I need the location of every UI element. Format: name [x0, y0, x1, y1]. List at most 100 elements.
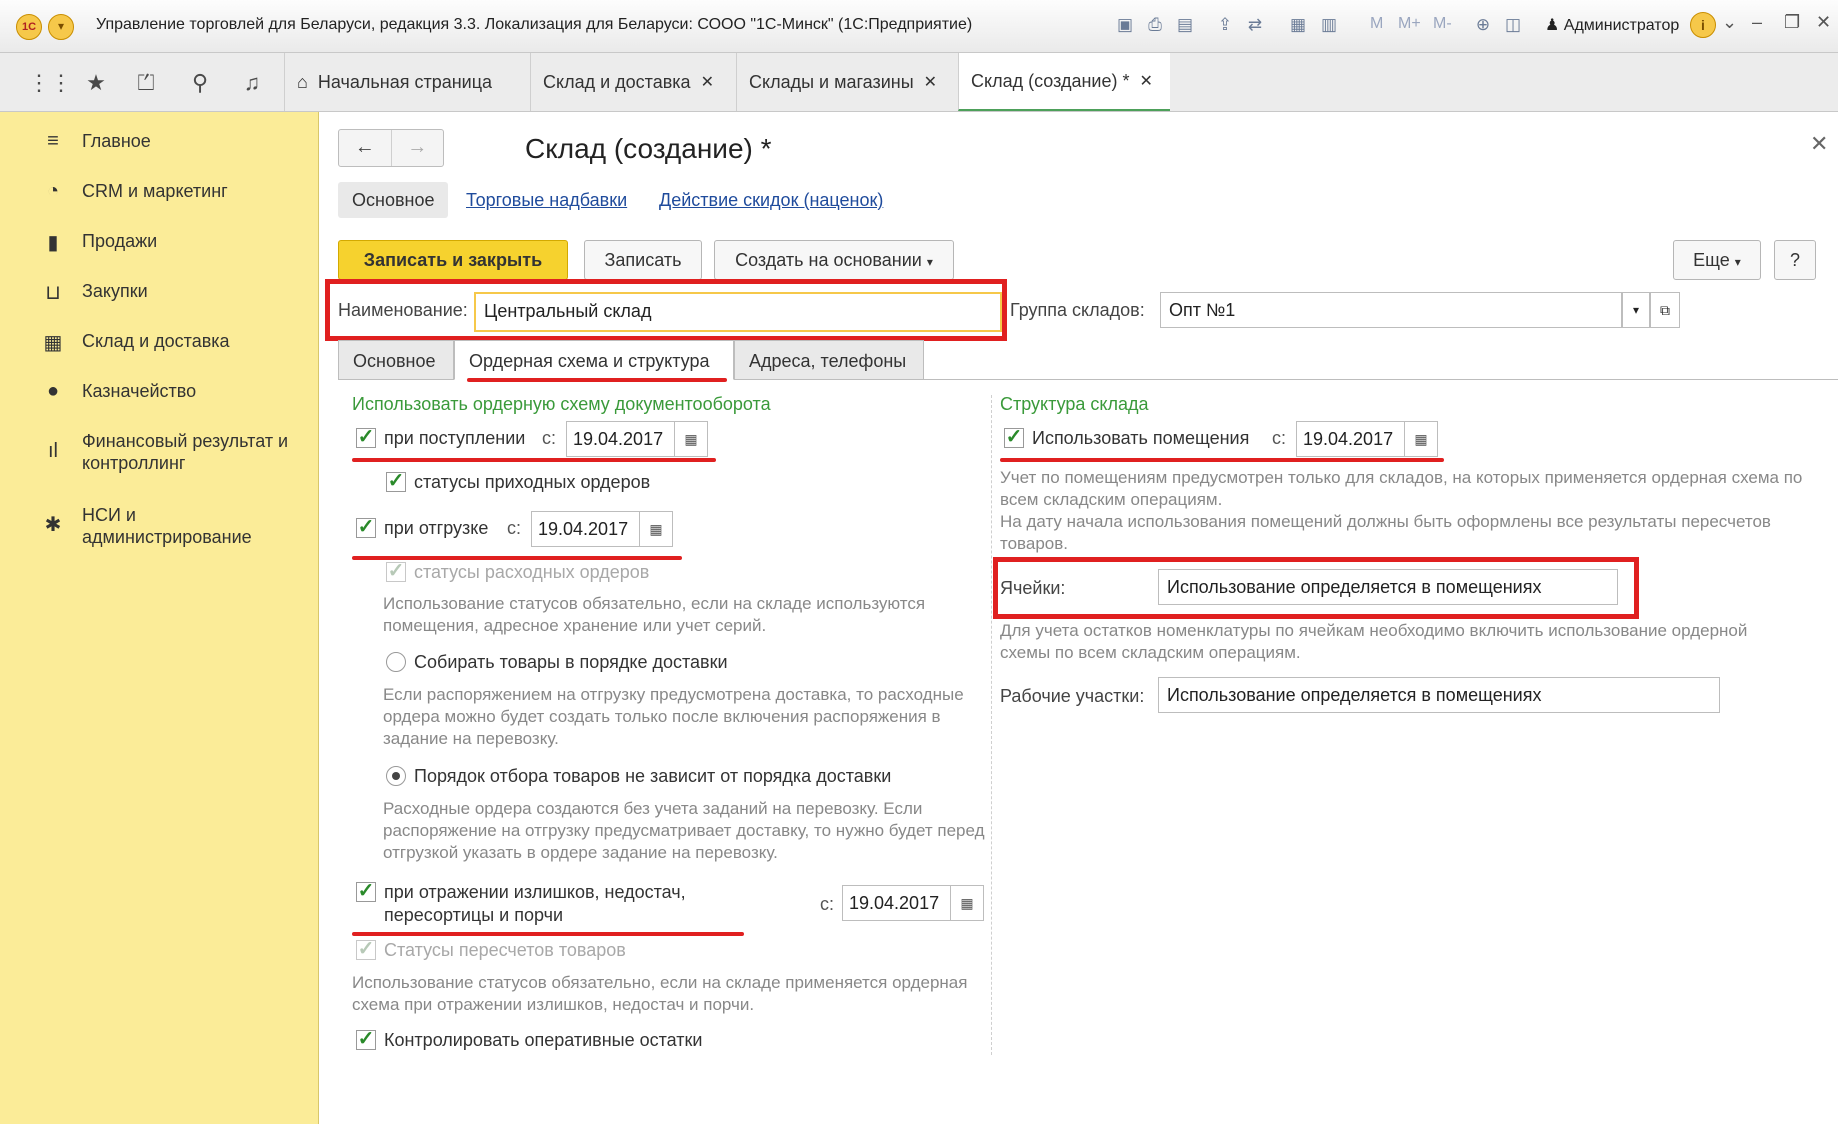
memory-plus-button[interactable]: M+ [1398, 15, 1421, 33]
panel-icon[interactable]: ◫ [1500, 12, 1526, 38]
user-icon: ♟ [1545, 17, 1564, 34]
close-form-icon[interactable]: ✕ [1810, 131, 1828, 157]
annotation-underline-tab [467, 378, 727, 382]
surplus-checkbox[interactable]: ✓ [356, 881, 376, 902]
search-icon[interactable]: ⚲ [186, 69, 214, 97]
calendar-icon[interactable]: ▦ [639, 512, 672, 546]
collect-by-delivery-radio[interactable] [386, 652, 406, 672]
sidebar-item-treasury[interactable]: ● Казначейство [0, 380, 318, 403]
section-discounts-link[interactable]: Действие скидок (наценок) [645, 182, 897, 218]
sidebar-item-warehouse[interactable]: ▦ Склад и доставка [0, 330, 318, 355]
create-based-on-button[interactable]: Создать на основании ▾ [714, 240, 954, 280]
surplus-label-line2: пересортицы и порчи [384, 905, 564, 925]
sidebar-item-main[interactable]: ≡ Главное [0, 130, 318, 153]
back-arrow-icon[interactable]: ← [339, 130, 391, 166]
group-open-icon[interactable]: ⧉ [1650, 292, 1680, 328]
forward-arrow-icon[interactable]: → [390, 130, 444, 166]
window-title-bar: 1С ▾ Управление торговлей для Беларуси, … [0, 0, 1838, 53]
independent-order-radio[interactable] [386, 766, 406, 786]
use-rooms-checkbox[interactable]: ✓ [1004, 427, 1024, 448]
recount-status-label: Статусы пересчетов товаров [384, 940, 626, 960]
calculator-icon[interactable]: ▦ [1285, 12, 1311, 38]
minimize-icon[interactable]: – [1752, 12, 1762, 33]
tab-label: Склады и магазины [749, 71, 914, 92]
tab-warehouse-delivery[interactable]: Склад и доставка ✕ [530, 53, 736, 111]
main-menu-icon[interactable]: ▾ [48, 14, 74, 40]
cells-label: Ячейки: [1000, 578, 1066, 598]
sidebar: ≡ Главное ◔ CRM и маркетинг ▮ Продажи ⊔ … [0, 112, 319, 1124]
receipt-status-label: статусы приходных ордеров [414, 472, 651, 492]
cells-note: Для учета остатков номенклатуры по ячейк… [1000, 621, 1748, 662]
surplus-date-field[interactable]: 19.04.2017 ▦ [842, 885, 984, 921]
shipment-date-field[interactable]: 19.04.2017 ▦ [531, 511, 673, 547]
inner-tab-main[interactable]: Основное [338, 340, 454, 380]
cells-field[interactable]: Использование определяется в помещениях [1158, 569, 1618, 605]
tab-home[interactable]: ⌂ Начальная страница [284, 53, 530, 111]
restore-icon[interactable]: ❐ [1784, 12, 1800, 33]
section-main[interactable]: Основное [338, 182, 449, 218]
sidebar-item-purchases[interactable]: ⊔ Закупки [0, 280, 318, 305]
close-tab-icon[interactable]: ✕ [924, 72, 937, 92]
save-button[interactable]: Записать [584, 240, 702, 280]
tab-label: Склад и доставка [543, 71, 691, 92]
attach-icon[interactable]: ⇪ [1212, 12, 1238, 38]
annotation-underline-receipt [352, 458, 716, 462]
app-logo[interactable]: 1С [16, 14, 42, 40]
window-title: Управление торговлей для Беларуси, редак… [96, 16, 973, 33]
dropdown-icon[interactable]: ⌄ [1722, 12, 1737, 33]
use-rooms-date-field[interactable]: 19.04.2017 ▦ [1296, 421, 1438, 457]
memory-minus-button[interactable]: M- [1433, 15, 1452, 33]
close-window-icon[interactable]: ✕ [1816, 12, 1831, 33]
close-tab-icon[interactable]: ✕ [1139, 71, 1152, 91]
save-icon[interactable]: ▣ [1112, 12, 1138, 38]
save-and-close-button[interactable]: Записать и закрыть [338, 240, 568, 280]
group-dropdown-icon[interactable]: ▾ [1622, 292, 1650, 328]
close-tab-icon[interactable]: ✕ [701, 72, 714, 92]
calendar-icon[interactable]: ▦ [674, 422, 707, 456]
link-icon[interactable]: ⇄ [1242, 12, 1268, 38]
shipment-label: при отгрузке [384, 518, 489, 538]
tab-warehouse-create[interactable]: Склад (создание) * ✕ [958, 53, 1170, 111]
info-icon[interactable]: i [1690, 12, 1716, 38]
work-areas-field[interactable]: Использование определяется в помещениях [1158, 677, 1720, 713]
pie-chart-icon: ◔ [46, 180, 60, 202]
inner-tab-order-scheme[interactable]: Ордерная схема и структура [454, 340, 734, 380]
receipt-status-checkbox[interactable]: ✓ [386, 471, 406, 492]
more-button[interactable]: Еще ▾ [1673, 240, 1761, 280]
shipment-status-label: статусы расходных ордеров [414, 562, 650, 582]
receipt-from-label: с: [542, 428, 557, 448]
cart-icon: ⊔ [45, 282, 61, 304]
tab-warehouses-stores[interactable]: Склады и магазины ✕ [736, 53, 958, 111]
group-field[interactable]: Опт №1 [1160, 292, 1622, 328]
apps-grid-icon[interactable]: ⋮⋮ [28, 69, 72, 97]
memory-m-button[interactable]: M [1370, 15, 1383, 33]
sidebar-item-sales[interactable]: ▮ Продажи [0, 230, 318, 255]
calendar-icon[interactable]: ▥ [1316, 12, 1342, 38]
preview-icon[interactable]: ▤ [1172, 12, 1198, 38]
zoom-icon[interactable]: ⊕ [1470, 12, 1496, 38]
inner-tab-addresses[interactable]: Адреса, телефоны [734, 340, 924, 380]
sidebar-item-crm[interactable]: ◔ CRM и маркетинг [0, 180, 318, 203]
calendar-icon[interactable]: ▦ [1404, 422, 1437, 456]
favorites-star-icon[interactable]: ★ [82, 69, 110, 97]
print-icon[interactable]: ⎙ [1142, 12, 1168, 38]
control-balances-checkbox[interactable]: ✓ [356, 1029, 376, 1050]
group-label: Группа складов: [1010, 300, 1145, 320]
section-markups-link[interactable]: Торговые надбавки [452, 182, 641, 218]
receipt-date-field[interactable]: 19.04.2017 ▦ [566, 421, 708, 457]
shipment-status-note: Использование статусов обязательно, если… [383, 594, 926, 635]
notifications-bell-icon[interactable]: ♫ [238, 69, 266, 97]
receipt-checkbox[interactable]: ✓ [356, 427, 376, 448]
tab-label: Начальная страница [317, 71, 493, 92]
history-icon[interactable]: ⏍ [132, 69, 160, 97]
recount-status-checkbox: ✓ [356, 938, 376, 960]
calendar-icon[interactable]: ▦ [950, 886, 983, 920]
shipment-checkbox[interactable]: ✓ [356, 517, 376, 538]
warehouse-grid-icon: ▦ [43, 332, 63, 354]
name-field[interactable]: Центральный склад [474, 292, 1002, 332]
current-user[interactable]: ♟ Администратор [1545, 15, 1679, 35]
sidebar-item-admin[interactable]: ✱ НСИ и администрирование [0, 504, 318, 548]
independent-order-note: Расходные ордера создаются без учета зад… [383, 799, 985, 862]
sidebar-item-finance[interactable]: ıl Финансовый результат и контроллинг [0, 430, 318, 474]
help-button[interactable]: ? [1774, 240, 1816, 280]
